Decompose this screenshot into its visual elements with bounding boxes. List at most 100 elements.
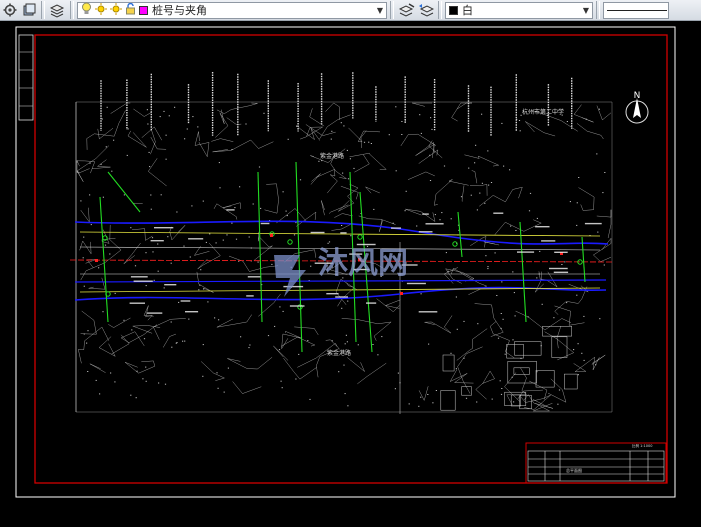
chevron-down-icon[interactable]: ▼ <box>374 3 386 18</box>
annotation-text <box>289 305 305 307</box>
survey-point <box>295 378 297 380</box>
bulb-icon[interactable] <box>81 2 92 18</box>
survey-point <box>282 191 284 193</box>
survey-point <box>135 397 137 399</box>
survey-point <box>501 281 503 283</box>
survey-point <box>511 376 513 378</box>
terrain-polyline <box>78 326 110 364</box>
survey-point <box>321 160 323 162</box>
survey-point <box>397 372 399 374</box>
annotation-text <box>326 293 339 295</box>
green-pipe-branch <box>457 211 463 258</box>
survey-point <box>496 295 498 296</box>
drawing-canvas[interactable]: N 杭州市第二中学 紫金港路 紫金港路 沐风网 总平面图 比例 1:1000 <box>0 22 701 527</box>
survey-point <box>271 263 273 265</box>
survey-point <box>349 158 351 160</box>
survey-point <box>443 165 446 167</box>
north-arrow: N <box>625 91 649 124</box>
survey-point <box>113 139 115 141</box>
terrain-polyline <box>471 170 478 184</box>
gear-icon[interactable] <box>0 1 19 19</box>
annotation-text <box>584 222 602 225</box>
survey-point <box>372 344 374 345</box>
survey-point <box>342 172 344 174</box>
survey-point <box>331 340 333 342</box>
survey-point <box>450 218 452 220</box>
survey-point <box>553 317 555 319</box>
annotation-text <box>133 280 153 282</box>
survey-point <box>338 371 340 373</box>
survey-point <box>157 270 159 272</box>
sun-icon[interactable] <box>110 2 122 18</box>
terrain-polyline <box>520 394 551 410</box>
linetype-dropdown[interactable] <box>603 1 669 19</box>
terrain-polyline <box>76 160 96 174</box>
annotation-text <box>150 240 164 242</box>
yellow-line <box>79 231 601 237</box>
survey-point <box>192 116 194 118</box>
layer-dropdown[interactable]: 桩号与夹角 ▼ <box>77 1 387 19</box>
survey-point <box>105 146 107 148</box>
survey-point <box>146 109 148 111</box>
blue-pipe-line <box>74 286 607 301</box>
terrain-polyline <box>147 158 167 187</box>
survey-point <box>408 403 410 405</box>
building-outline <box>542 326 572 337</box>
terrain-polyline <box>76 145 110 182</box>
color-dropdown[interactable]: 白 ▼ <box>445 1 593 19</box>
terrain-polyline <box>213 203 238 220</box>
survey-point <box>214 317 216 319</box>
north-label: N <box>634 91 641 101</box>
survey-point <box>494 252 496 254</box>
terrain-polyline <box>163 333 176 348</box>
terrain-polyline <box>384 299 401 309</box>
terrain-polyline <box>120 324 158 347</box>
terrain-polyline <box>494 219 542 235</box>
survey-point <box>207 301 209 303</box>
layer-color-swatch <box>139 5 148 15</box>
survey-point <box>405 190 407 192</box>
survey-point <box>346 149 348 151</box>
terrain-polyline <box>461 185 465 202</box>
survey-point <box>215 242 217 244</box>
terrain-polyline <box>127 130 147 148</box>
toolbar-separator <box>70 1 74 19</box>
layers-icon[interactable] <box>48 1 67 19</box>
survey-point <box>455 368 457 370</box>
survey-point <box>604 172 606 173</box>
survey-point <box>500 327 502 329</box>
terrain-polyline <box>407 171 435 180</box>
terrain-polyline <box>97 128 114 140</box>
survey-point <box>377 354 379 356</box>
terrain-polyline <box>253 231 273 261</box>
survey-point <box>160 194 162 196</box>
chevron-down-icon[interactable]: ▼ <box>580 3 592 18</box>
survey-point <box>447 270 449 272</box>
survey-point <box>163 287 165 289</box>
annotation-text <box>154 227 174 229</box>
sun-icon[interactable] <box>95 2 107 18</box>
layer-previous-icon[interactable] <box>416 1 435 19</box>
survey-point <box>86 342 88 344</box>
survey-point <box>603 264 605 266</box>
annotation-text <box>260 222 270 225</box>
survey-point <box>513 401 515 403</box>
survey-point <box>420 396 422 398</box>
survey-point <box>536 217 538 219</box>
survey-point <box>126 154 128 156</box>
terrain-polyline <box>554 305 585 326</box>
node-marker <box>452 241 458 247</box>
survey-point <box>184 340 186 342</box>
annotation-text <box>418 231 433 233</box>
layer-state-icon[interactable] <box>19 1 38 19</box>
survey-point <box>536 277 538 279</box>
survey-point <box>465 397 468 399</box>
survey-point <box>500 313 502 314</box>
terrain-polyline <box>228 255 279 272</box>
survey-point <box>430 117 432 119</box>
terrain-polyline <box>212 139 274 153</box>
survey-point <box>104 244 107 246</box>
match-layer-icon[interactable] <box>397 1 416 19</box>
survey-point <box>150 208 152 210</box>
lock-icon[interactable] <box>125 2 136 18</box>
